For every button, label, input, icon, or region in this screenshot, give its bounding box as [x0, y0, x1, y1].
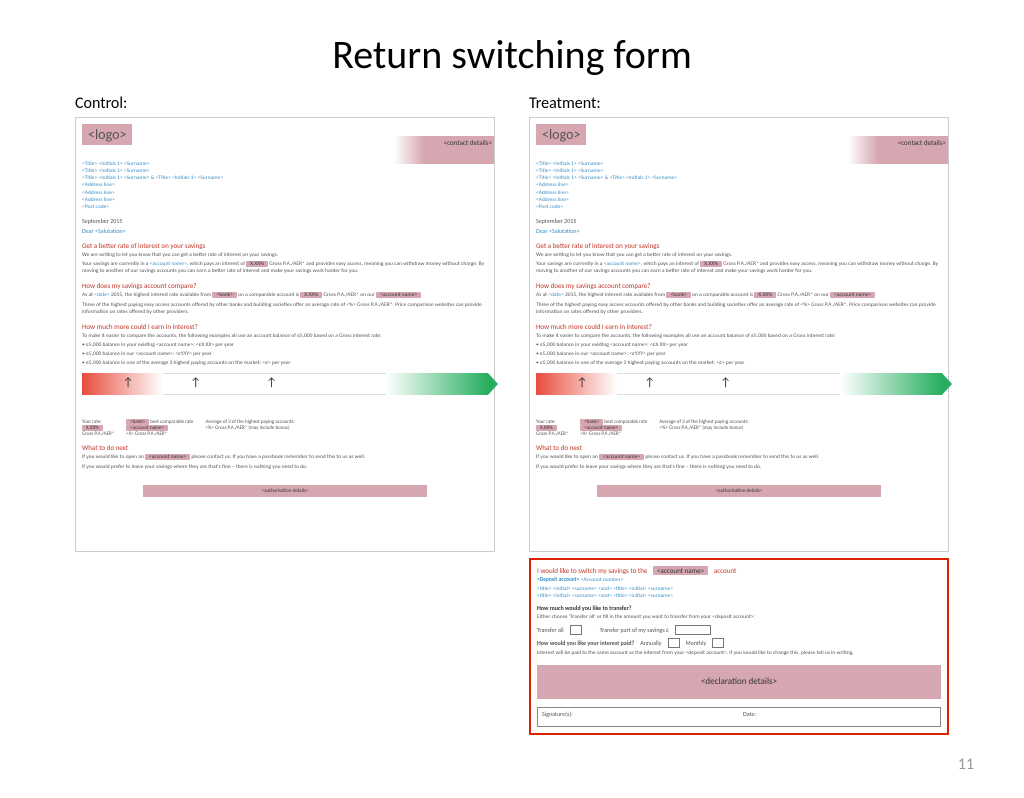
treatment-column: Treatment: <logo> <contact details> <Tit… — [529, 94, 949, 735]
q-interest-paid: How would you like your interest paid? — [537, 639, 634, 647]
logo-placeholder: <logo> — [82, 124, 132, 145]
interest-note: Interest will be paid to the same accoun… — [537, 650, 941, 657]
comparison-labels: Your rate:X.XX%Gross P.A./AER* <bank> be… — [536, 419, 942, 437]
arrow-up-icon: ↑ — [577, 376, 588, 390]
heading-4: What to do next — [82, 443, 488, 452]
bullet-1: • £5,000 balance in your existing <accou… — [536, 342, 942, 349]
opt-transfer-all-label: Transfer all — [537, 626, 564, 634]
salutation: Dear <Salutation> — [82, 227, 488, 235]
control-doc: <logo> <contact details> <Title> <Initia… — [75, 117, 495, 552]
contact-placeholder: <contact details> — [424, 136, 494, 164]
tear-off-form: I would like to switch my savings to the… — [529, 558, 949, 735]
heading-2: How does my savings account compare? — [82, 281, 488, 290]
tear-heading: I would like to switch my savings to the… — [537, 566, 941, 575]
heading-2: How does my savings account compare? — [536, 281, 942, 290]
treatment-doc: <logo> <contact details> <Title> <Initia… — [529, 117, 949, 552]
para-6: If you would like to open an <account na… — [536, 454, 942, 461]
comparison-spectrum: ↑ ↑ ↑ — [82, 373, 488, 417]
declaration-box: <declaration details> — [537, 665, 941, 699]
logo-placeholder: <logo> — [536, 124, 586, 145]
footer-bar: <authorisation details> — [143, 485, 427, 497]
address-block: <Title> <Initials 1> <Surname> <Title> <… — [82, 161, 488, 211]
checkbox-annually[interactable] — [668, 638, 680, 648]
deposit-line: <Deposit account> <Account number> — [537, 577, 941, 584]
slide-title: Return switching form — [0, 30, 1024, 79]
q-transfer-amount: How much would you like to transfer? — [537, 604, 941, 612]
transfer-options-row: Transfer all Transfer part of my savings… — [537, 625, 941, 635]
control-label: Control: — [75, 94, 495, 113]
heading-1: Get a better rate of interest on your sa… — [536, 241, 942, 250]
arrow-up-icon: ↑ — [720, 376, 731, 390]
opt-transfer-part-label: Transfer part of my savings £ — [600, 626, 669, 634]
letter-date: September 2015 — [536, 217, 942, 225]
bullet-3: • £5,000 balance in one of the average 3… — [536, 360, 942, 367]
bullet-1: • £5,000 balance in your existing <accou… — [82, 342, 488, 349]
bullet-3: • £5,000 balance in one of the average 3… — [82, 360, 488, 367]
q-transfer-sub: Either choose 'Transfer all' or fill in … — [537, 614, 941, 621]
contact-placeholder: <contact details> — [878, 136, 948, 164]
para-5: To make it easier to compare the account… — [536, 333, 942, 340]
bullet-2: • £5,000 balance in our <account name>: … — [536, 351, 942, 358]
date-field[interactable]: Date: — [739, 708, 940, 726]
para-1: We are writing to let you know that you … — [82, 252, 488, 259]
para-2: Your savings are currently in a <account… — [82, 261, 488, 275]
para-7: If you would prefer to leave your saving… — [82, 464, 488, 471]
comparison-labels: Your rate:X.XX%Gross P.A./AER* <bank> be… — [82, 419, 488, 437]
opt-annually-label: Annually — [640, 639, 661, 647]
address-block: <Title> <Initials 1> <Surname> <Title> <… — [536, 161, 942, 211]
heading-1: Get a better rate of interest on your sa… — [82, 241, 488, 250]
comparison-spectrum: ↑ ↑ ↑ — [536, 373, 942, 417]
signature-field[interactable]: Signature(s): — [538, 708, 739, 726]
footer-bar: <authorisation details> — [597, 485, 881, 497]
para-5: To make it easier to compare the account… — [82, 333, 488, 340]
treatment-label: Treatment: — [529, 94, 949, 113]
para-4: Three of the highest paying easy access … — [536, 302, 942, 316]
heading-3: How much more could I earn in interest? — [82, 322, 488, 331]
para-4: Three of the highest paying easy access … — [82, 302, 488, 316]
control-column: Control: <logo> <contact details> <Title… — [75, 94, 495, 735]
para-6: If you would like to open an <account na… — [82, 454, 488, 461]
input-transfer-amount[interactable] — [675, 625, 711, 635]
arrow-up-icon: ↑ — [644, 376, 655, 390]
checkbox-monthly[interactable] — [712, 638, 724, 648]
arrow-up-icon: ↑ — [123, 376, 134, 390]
holder-names: <title> <initial> <surname> <and> <title… — [537, 586, 941, 600]
signature-row: Signature(s): Date: — [537, 707, 941, 727]
para-3: As at <date> 2015, the highest interest … — [536, 292, 942, 299]
checkbox-transfer-all[interactable] — [570, 625, 582, 635]
heading-4: What to do next — [536, 443, 942, 452]
page-number: 11 — [958, 755, 974, 774]
para-2: Your savings are currently in a <account… — [536, 261, 942, 275]
letter-date: September 2015 — [82, 217, 488, 225]
arrow-up-icon: ↑ — [266, 376, 277, 390]
opt-monthly-label: Monthly — [686, 639, 707, 647]
arrow-up-icon: ↑ — [190, 376, 201, 390]
salutation: Dear <Salutation> — [536, 227, 942, 235]
interest-options-row: How would you like your interest paid? A… — [537, 638, 941, 648]
para-7: If you would prefer to leave your saving… — [536, 464, 942, 471]
para-3: As at <date> 2015, the highest interest … — [82, 292, 488, 299]
para-1: We are writing to let you know that you … — [536, 252, 942, 259]
heading-3: How much more could I earn in interest? — [536, 322, 942, 331]
bullet-2: • £5,000 balance in our <account name>: … — [82, 351, 488, 358]
